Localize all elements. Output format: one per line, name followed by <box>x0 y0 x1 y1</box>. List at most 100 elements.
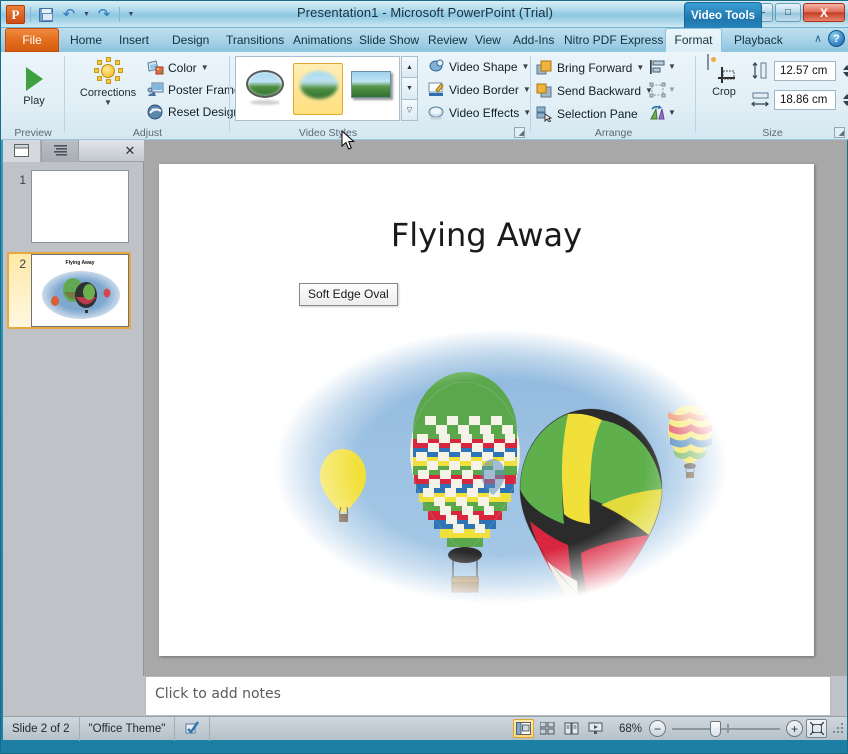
fit-slide-to-window-button[interactable] <box>806 719 827 738</box>
zoom-slider-handle[interactable] <box>710 721 721 737</box>
slide-number: 2 <box>19 257 26 271</box>
video-shape-button[interactable]: Video Shape ▼ <box>428 56 529 78</box>
tab-review[interactable]: Review <box>421 28 474 52</box>
color-button[interactable]: Color ▼ <box>147 57 209 78</box>
tab-view[interactable]: View <box>468 28 508 52</box>
notes-pane-left-gap <box>3 676 145 716</box>
shape-height-input[interactable]: 12.57 cm <box>774 61 836 81</box>
tab-add-ins[interactable]: Add-Ins <box>506 28 561 52</box>
play-button[interactable]: Play <box>11 56 57 118</box>
shape-width-input[interactable]: 18.86 cm <box>774 90 836 110</box>
reading-view-button[interactable] <box>561 719 582 738</box>
zoom-in-button[interactable]: + <box>786 720 803 737</box>
work-area: ✕ 1 2 Flying Away Flying Away Click to a… <box>3 139 847 716</box>
chevron-down-icon[interactable]: ▼ <box>636 63 644 72</box>
shape-width-spinner[interactable] <box>841 90 848 110</box>
view-buttons <box>512 719 612 738</box>
window-resize-grip[interactable] <box>831 721 847 737</box>
pane-tab-bar: ✕ <box>3 139 144 162</box>
tab-animations[interactable]: Animations <box>286 28 359 52</box>
video-style-bevel-oval[interactable] <box>240 63 290 115</box>
zoom-out-button[interactable]: − <box>649 720 666 737</box>
crop-button[interactable]: Crop <box>702 54 746 121</box>
video-effects-button[interactable]: Video Effects ▼ <box>428 102 531 124</box>
tab-transitions[interactable]: Transitions <box>219 28 291 52</box>
gallery-more-icon[interactable]: ▽ <box>401 99 418 121</box>
ribbon-group-adjust: Corrections ▼ Color ▼ Poster Frame Reset… <box>65 52 253 140</box>
close-pane-button[interactable]: ✕ <box>116 140 144 162</box>
align-objects-button[interactable]: ▼ <box>649 56 676 78</box>
color-label: Color <box>168 60 197 75</box>
thumbnail-video-object <box>42 271 120 319</box>
chevron-down-icon[interactable]: ▼ <box>668 109 676 117</box>
tab-design[interactable]: Design <box>165 28 216 52</box>
gallery-scroll-up-icon[interactable]: ▲ <box>401 56 418 79</box>
reset-design-icon <box>147 104 164 120</box>
tab-nitro-pdf-express[interactable]: Nitro PDF Express <box>557 28 670 52</box>
tab-home[interactable]: Home <box>63 28 109 52</box>
video-style-reflected-rounded-rectangle[interactable] <box>346 63 396 115</box>
group-label-adjust: Adjust <box>132 127 163 139</box>
group-label-arrange: Arrange <box>594 127 633 139</box>
size-dialog-launcher[interactable]: ◢ <box>834 127 845 138</box>
slide-show-view-button[interactable] <box>585 719 606 738</box>
shape-height-spinner[interactable] <box>841 61 848 81</box>
slide-title[interactable]: Flying Away <box>159 216 814 254</box>
close-button[interactable]: X <box>803 3 845 22</box>
tab-format[interactable]: Format <box>665 28 722 52</box>
rotate-objects-button[interactable]: ▼ <box>649 102 676 124</box>
spell-check-icon[interactable] <box>175 716 211 741</box>
slide-surface[interactable]: Flying Away <box>159 164 814 656</box>
chevron-down-icon: ▼ <box>668 85 676 94</box>
video-shape-icon <box>428 59 445 75</box>
tab-playback[interactable]: Playback <box>727 28 790 52</box>
slide-thumbnail-1[interactable] <box>31 170 129 243</box>
theme-name[interactable]: "Office Theme" <box>80 716 176 741</box>
list-item[interactable]: 2 Flying Away <box>7 252 131 329</box>
help-icon[interactable]: ? <box>828 30 845 47</box>
chevron-down-icon[interactable]: ▼ <box>522 63 530 71</box>
corrections-button[interactable]: Corrections ▼ <box>73 55 143 121</box>
video-styles-gallery[interactable] <box>235 56 400 121</box>
shape-height-row: 12.57 cm <box>751 58 848 84</box>
chevron-down-icon[interactable]: ▼ <box>104 99 112 107</box>
tooltip: Soft Edge Oval <box>299 283 398 306</box>
zoom-slider-track[interactable] <box>672 720 780 737</box>
tab-slides[interactable] <box>3 139 41 162</box>
thumbnail-title: Flying Away <box>65 260 95 266</box>
play-icon <box>25 67 43 91</box>
tab-insert[interactable]: Insert <box>112 28 156 52</box>
normal-view-button[interactable] <box>512 719 534 738</box>
selection-pane-icon <box>536 106 553 123</box>
play-label: Play <box>23 95 45 107</box>
zoom-percentage[interactable]: 68% <box>612 723 649 735</box>
video-styles-dialog-launcher[interactable]: ◢ <box>514 127 525 138</box>
video-border-button[interactable]: Video Border ▼ <box>428 79 531 101</box>
rotate-icon <box>649 105 666 121</box>
slide-canvas-area: Flying Away <box>145 140 831 676</box>
slide-sorter-view-button[interactable] <box>537 719 558 738</box>
tab-slide-show[interactable]: Slide Show <box>352 28 426 52</box>
slide-thumbnail-2[interactable]: Flying Away <box>31 254 129 327</box>
selection-pane-button[interactable]: Selection Pane <box>536 102 638 125</box>
send-backward-button[interactable]: Send Backward ▼ <box>536 79 653 102</box>
tab-file[interactable]: File <box>5 28 59 52</box>
bring-forward-button[interactable]: Bring Forward ▼ <box>536 56 644 79</box>
chevron-down-icon[interactable]: ▼ <box>201 63 209 72</box>
video-style-soft-edge-oval[interactable] <box>293 62 343 115</box>
list-item[interactable]: 1 <box>9 170 129 243</box>
group-label-video-styles: Video Styles <box>298 127 358 139</box>
maximize-button[interactable]: □ <box>775 3 801 22</box>
gallery-scroll-down-icon[interactable]: ▼ <box>401 78 418 100</box>
ribbon-group-arrange: Bring Forward ▼ Send Backward ▼ Selectio… <box>531 52 696 140</box>
collapse-ribbon-icon[interactable]: ∧ <box>814 32 822 45</box>
hot-air-balloons-video-object[interactable] <box>247 306 755 628</box>
status-bar: Slide 2 of 2 "Office Theme" 68% − + <box>3 716 847 741</box>
bring-forward-icon <box>536 60 553 76</box>
tab-outline[interactable] <box>41 139 79 162</box>
shape-width-icon <box>751 91 769 109</box>
slide-counter[interactable]: Slide 2 of 2 <box>3 716 80 741</box>
notes-pane[interactable]: Click to add notes <box>145 676 831 716</box>
chevron-down-icon[interactable]: ▼ <box>668 63 676 71</box>
shape-width-row: 18.86 cm <box>751 87 848 113</box>
